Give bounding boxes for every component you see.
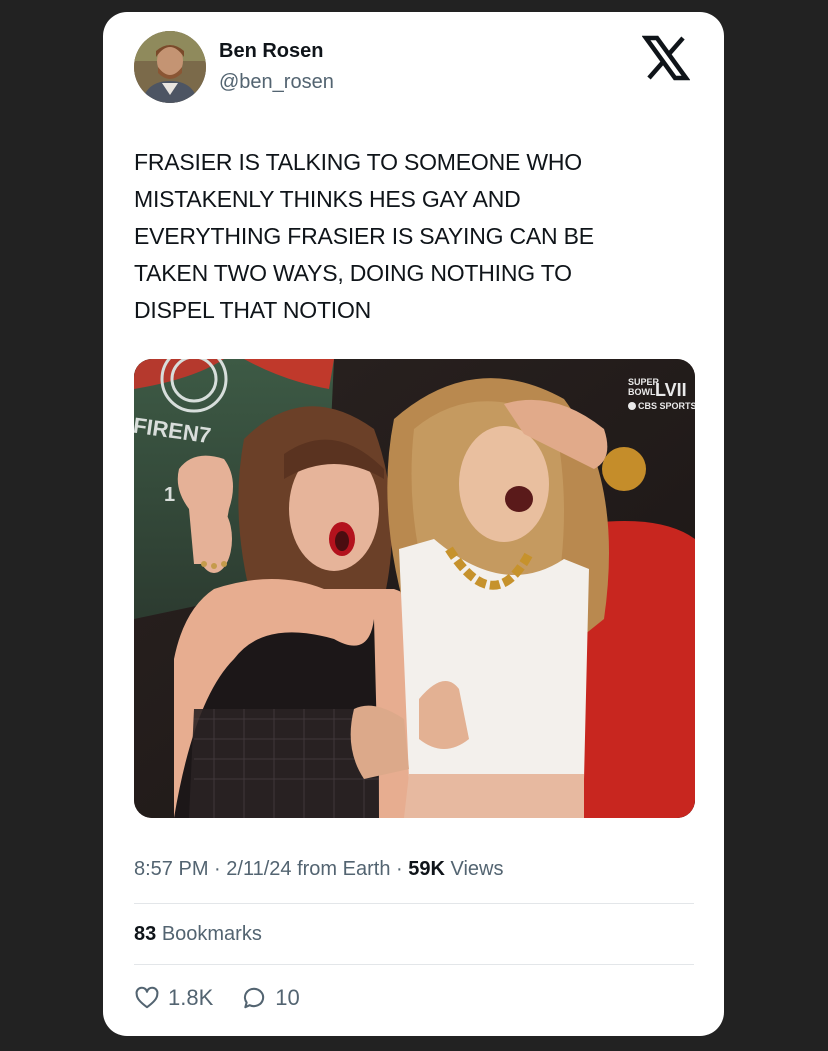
author-handle[interactable]: @ben_rosen	[219, 71, 334, 94]
meta-separator: ·	[396, 858, 409, 880]
tweet-card: Ben Rosen @ben_rosen FRASIER IS TALKING …	[103, 12, 724, 1036]
bookmarks-count: 83	[134, 923, 157, 945]
avatar[interactable]	[134, 31, 206, 103]
tweet-meta: 8:57 PM · 2/11/24 from Earth · 59K Views	[134, 858, 503, 881]
tweet-source: from Earth	[297, 858, 391, 880]
action-bar: 1.8K 10	[134, 985, 328, 1011]
broadcast-badge-line2: BOWL	[628, 387, 656, 397]
meta-separator: ·	[214, 858, 227, 880]
cbs-eye-icon	[628, 402, 636, 410]
bookmarks-label: Bookmarks	[161, 923, 262, 945]
avatar-photo	[134, 31, 206, 103]
divider	[134, 964, 694, 965]
broadcast-network: CBS SPORTS	[638, 401, 695, 411]
tweet-media-image[interactable]: FIREN7 1 SUPER BOWL LVII CBS SPORTS	[134, 359, 695, 818]
tweet-time[interactable]: 8:57 PM	[134, 858, 208, 880]
reply-count: 10	[275, 985, 300, 1010]
reply-button[interactable]: 10	[241, 985, 300, 1011]
reply-bubble-icon	[244, 987, 265, 1009]
like-count: 1.8K	[168, 985, 214, 1010]
banner-digit: 1	[164, 484, 175, 506]
heart-icon	[135, 986, 159, 1009]
x-logo-icon[interactable]	[641, 34, 691, 82]
views-count: 59K	[408, 858, 445, 880]
divider	[134, 903, 694, 904]
like-button[interactable]: 1.8K	[134, 985, 213, 1011]
views-label: Views	[450, 858, 504, 880]
tweet-text: FRASIER IS TALKING TO SOMEONE WHO MISTAK…	[134, 149, 594, 323]
tweet-date[interactable]: 2/11/24	[226, 858, 291, 880]
broadcast-badge-numeral: LVII	[655, 380, 687, 400]
bookmarks-stat[interactable]: 83 Bookmarks	[134, 923, 262, 946]
author-name[interactable]: Ben Rosen	[219, 40, 323, 63]
